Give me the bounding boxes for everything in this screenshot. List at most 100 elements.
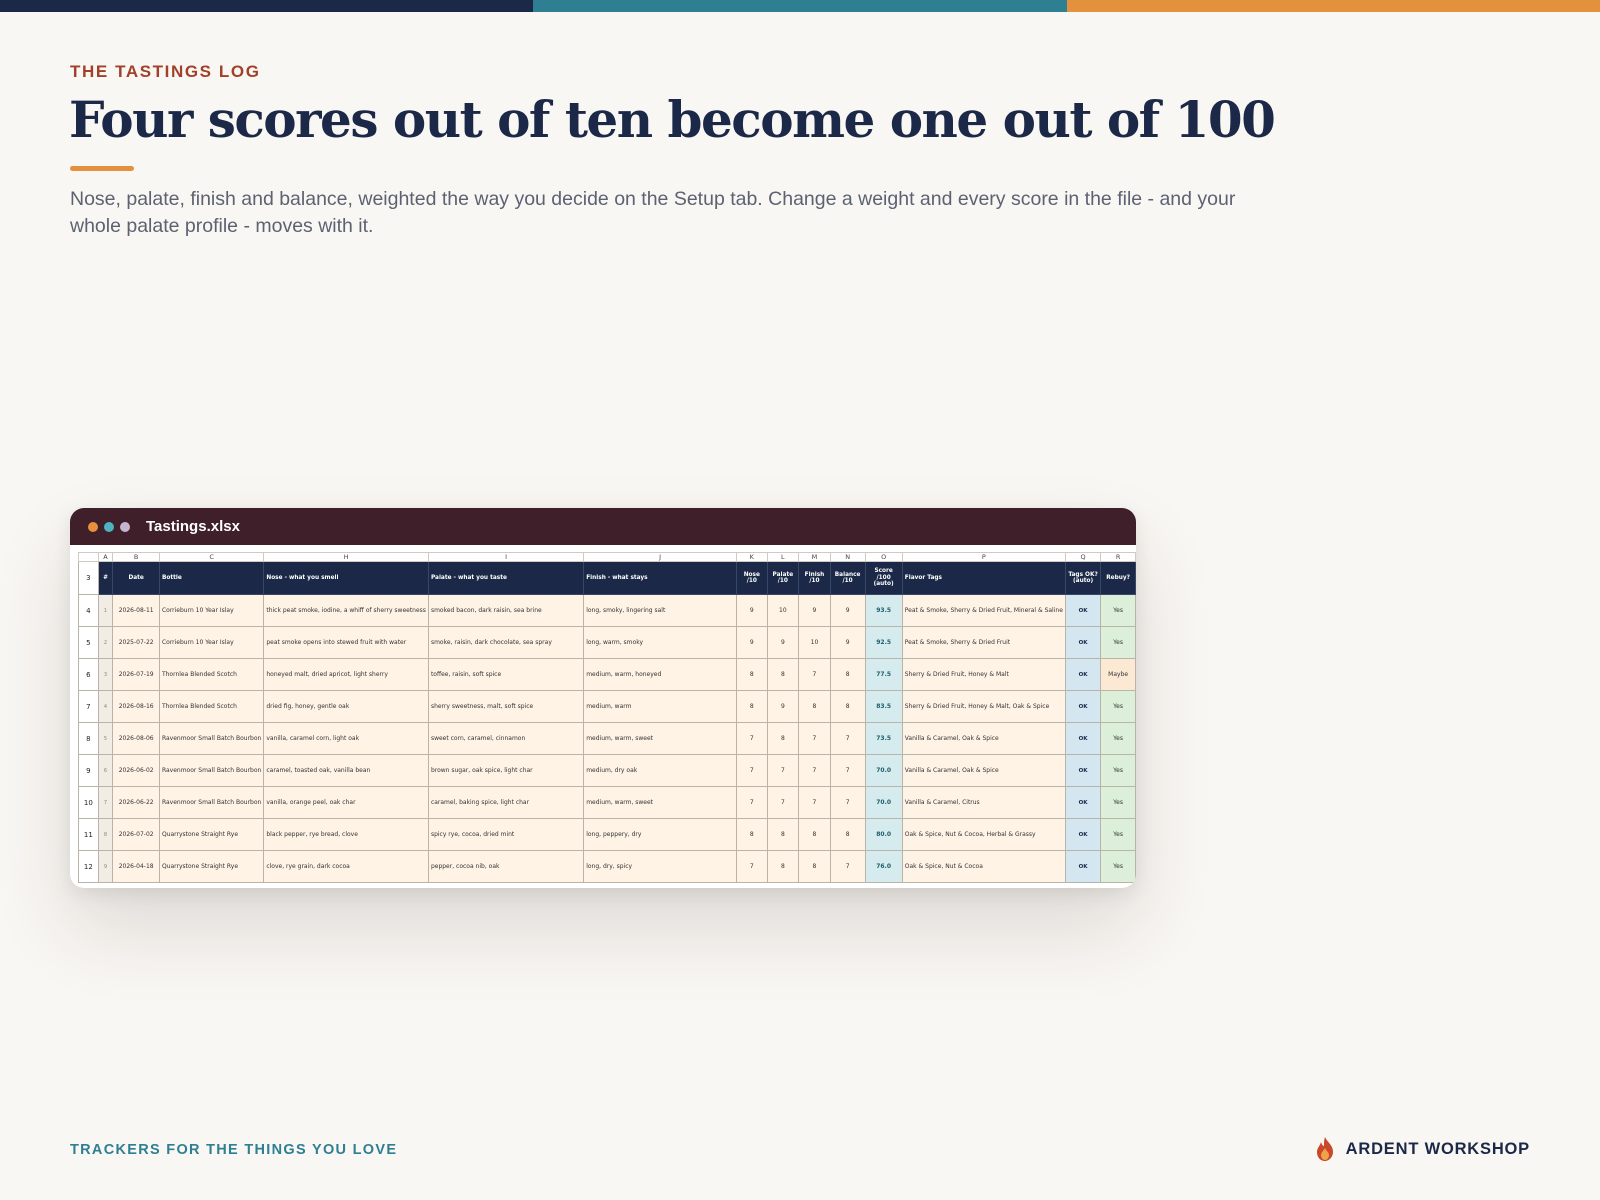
cell-finish[interactable]: medium, warm, honeyed (583, 658, 738, 691)
column-letter[interactable]: I (427, 552, 585, 562)
column-header[interactable]: Tags OK? (auto) (1064, 561, 1102, 595)
cell-n[interactable]: 7 (736, 786, 768, 819)
column-header[interactable]: Bottle (158, 561, 265, 595)
cell-tags[interactable]: Vanilla & Caramel, Oak & Spice (901, 722, 1066, 755)
column-letter[interactable]: P (901, 552, 1066, 562)
cell-ok[interactable]: OK (1064, 818, 1102, 851)
cell-idx[interactable]: 8 (97, 818, 114, 851)
cell-rebuy[interactable]: Yes (1100, 594, 1136, 627)
row-number[interactable]: 4 (78, 594, 99, 627)
column-header[interactable]: Flavor Tags (901, 561, 1066, 595)
cell-score[interactable]: 70.0 (864, 754, 903, 787)
column-letter[interactable]: K (736, 552, 768, 562)
cell-nose[interactable]: thick peat smoke, iodine, a whiff of she… (263, 594, 429, 627)
row-number[interactable]: 6 (78, 658, 99, 691)
cell-score[interactable]: 83.5 (864, 690, 903, 723)
cell-date[interactable]: 2026-06-22 (112, 786, 160, 819)
row-number[interactable]: 11 (78, 818, 99, 851)
cell-bottle[interactable]: Ravenmoor Small Batch Bourbon (158, 786, 265, 819)
column-letter[interactable]: N (829, 552, 866, 562)
row-number[interactable]: 5 (78, 626, 99, 659)
cell-rebuy[interactable]: Maybe (1100, 658, 1136, 691)
cell-date[interactable]: 2026-06-02 (112, 754, 160, 787)
cell-score[interactable]: 73.5 (864, 722, 903, 755)
cell-p[interactable]: 8 (766, 722, 800, 755)
column-header[interactable]: Nose - what you smell (263, 561, 429, 595)
cell-score[interactable]: 70.0 (864, 786, 903, 819)
cell-rebuy[interactable]: Yes (1100, 754, 1136, 787)
cell-tags[interactable]: Vanilla & Caramel, Citrus (901, 786, 1066, 819)
cell-idx[interactable]: 5 (97, 722, 114, 755)
cell-date[interactable]: 2026-08-06 (112, 722, 160, 755)
row-number[interactable]: 8 (78, 722, 99, 755)
cell-bottle[interactable]: Ravenmoor Small Batch Bourbon (158, 754, 265, 787)
cell-bottle[interactable]: Thornlea Blended Scotch (158, 658, 265, 691)
row-number[interactable]: 12 (78, 850, 99, 883)
cell-b[interactable]: 9 (829, 626, 866, 659)
cell-nose[interactable]: caramel, toasted oak, vanilla bean (263, 754, 429, 787)
window-minimize-dot[interactable] (104, 521, 114, 532)
cell-tags[interactable]: Sherry & Dried Fruit, Honey & Malt, Oak … (901, 690, 1066, 723)
cell-date[interactable]: 2026-08-11 (112, 594, 160, 627)
cell-nose[interactable]: honeyed malt, dried apricot, light sherr… (263, 658, 429, 691)
cell-rebuy[interactable]: Yes (1100, 786, 1136, 819)
cell-n[interactable]: 7 (736, 722, 768, 755)
window-close-dot[interactable] (88, 521, 98, 532)
cell-finish[interactable]: long, peppery, dry (583, 818, 738, 851)
cell-p[interactable]: 7 (766, 754, 800, 787)
cell-score[interactable]: 93.5 (864, 594, 903, 627)
cell-finish[interactable]: long, smoky, lingering salt (583, 594, 738, 627)
column-letter[interactable]: Q (1064, 552, 1102, 562)
cell-b[interactable]: 7 (829, 786, 866, 819)
cell-b[interactable]: 7 (829, 722, 866, 755)
cell-f[interactable]: 8 (798, 690, 831, 723)
column-header[interactable]: Finish - what stays (583, 561, 738, 595)
cell-nose[interactable]: dried fig, honey, gentle oak (263, 690, 429, 723)
cell-tags[interactable]: Peat & Smoke, Sherry & Dried Fruit, Mine… (901, 594, 1066, 627)
cell-tags[interactable]: Oak & Spice, Nut & Cocoa, Herbal & Grass… (901, 818, 1066, 851)
cell-p[interactable]: 8 (766, 818, 800, 851)
cell-date[interactable]: 2025-07-22 (112, 626, 160, 659)
cell-finish[interactable]: medium, warm (583, 690, 738, 723)
cell-bottle[interactable]: Quarrystone Straight Rye (158, 818, 265, 851)
column-header[interactable]: Palate - what you taste (427, 561, 585, 595)
column-header[interactable]: Score /100 (auto) (864, 561, 903, 595)
cell-n[interactable]: 7 (736, 850, 768, 883)
cell-p[interactable]: 9 (766, 626, 800, 659)
cell-score[interactable]: 80.0 (864, 818, 903, 851)
cell-bottle[interactable]: Corrieburn 10 Year Islay (158, 594, 265, 627)
cell-n[interactable]: 8 (736, 690, 768, 723)
cell-idx[interactable]: 4 (97, 690, 114, 723)
column-header[interactable]: Palate /10 (766, 561, 800, 595)
cell-b[interactable]: 8 (829, 818, 866, 851)
row-number[interactable]: 9 (78, 754, 99, 787)
cell-finish[interactable]: medium, warm, sweet (583, 786, 738, 819)
column-header[interactable]: Finish /10 (798, 561, 831, 595)
cell-p[interactable]: 7 (766, 786, 800, 819)
cell-b[interactable]: 7 (829, 754, 866, 787)
cell-f[interactable]: 8 (798, 850, 831, 883)
cell-tags[interactable]: Vanilla & Caramel, Oak & Spice (901, 754, 1066, 787)
cell-f[interactable]: 8 (798, 818, 831, 851)
row-number[interactable]: 3 (78, 561, 99, 595)
cell-ok[interactable]: OK (1064, 850, 1102, 883)
cell-f[interactable]: 10 (798, 626, 831, 659)
cell-idx[interactable]: 2 (97, 626, 114, 659)
cell-n[interactable]: 8 (736, 658, 768, 691)
column-letter[interactable]: C (158, 552, 265, 562)
cell-bottle[interactable]: Quarrystone Straight Rye (158, 850, 265, 883)
cell-bottle[interactable]: Thornlea Blended Scotch (158, 690, 265, 723)
corner-cell[interactable] (78, 552, 99, 562)
column-letter[interactable]: A (97, 552, 114, 562)
cell-score[interactable]: 92.5 (864, 626, 903, 659)
column-letter[interactable]: H (263, 552, 429, 562)
cell-palate[interactable]: pepper, cocoa nib, oak (427, 850, 585, 883)
cell-n[interactable]: 7 (736, 754, 768, 787)
cell-rebuy[interactable]: Yes (1100, 722, 1136, 755)
cell-rebuy[interactable]: Yes (1100, 626, 1136, 659)
cell-finish[interactable]: long, warm, smoky (583, 626, 738, 659)
column-letter[interactable]: J (583, 552, 738, 562)
cell-palate[interactable]: smoked bacon, dark raisin, sea brine (427, 594, 585, 627)
cell-ok[interactable]: OK (1064, 594, 1102, 627)
column-header[interactable]: Balance /10 (829, 561, 866, 595)
